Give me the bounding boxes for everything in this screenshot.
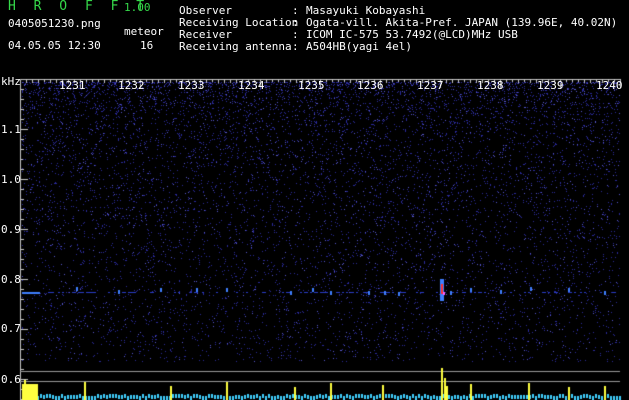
meteor-label: meteor — [124, 25, 164, 38]
freq-tick-label: 0.7 — [1, 322, 21, 335]
time-tick-label: 1231 — [59, 79, 86, 92]
time-tick-label: 1233 — [178, 79, 205, 92]
freq-tick-label: 1.0 — [1, 173, 21, 186]
freq-tick-label: 1.1 — [1, 123, 21, 136]
time-tick-label: 1240 — [596, 79, 623, 92]
time-tick-label: 1238 — [477, 79, 504, 92]
timestamp: 04.05.05 12:30 — [8, 39, 101, 52]
app-version: 1.00 — [124, 1, 151, 14]
antenna-label: Receiving antenna — [179, 40, 292, 53]
time-tick-label: 1239 — [537, 79, 564, 92]
freq-unit-label: kHz — [1, 75, 21, 88]
time-tick-label: 1232 — [118, 79, 145, 92]
time-tick-label: 1236 — [357, 79, 384, 92]
freq-tick-label: 0.8 — [1, 273, 21, 286]
time-tick-label: 1237 — [417, 79, 444, 92]
file-name: 0405051230.png — [8, 17, 101, 30]
time-tick-label: 1235 — [298, 79, 325, 92]
antenna-colon: : — [292, 40, 299, 53]
antenna-value: A504HB(yagi 4el) — [306, 40, 412, 53]
time-tick-label: 1234 — [238, 79, 265, 92]
freq-tick-label: 0.6 — [1, 373, 21, 386]
meteor-count: 16 — [140, 39, 154, 52]
freq-tick-label: 0.9 — [1, 223, 21, 236]
spectrogram-plot — [0, 66, 629, 400]
